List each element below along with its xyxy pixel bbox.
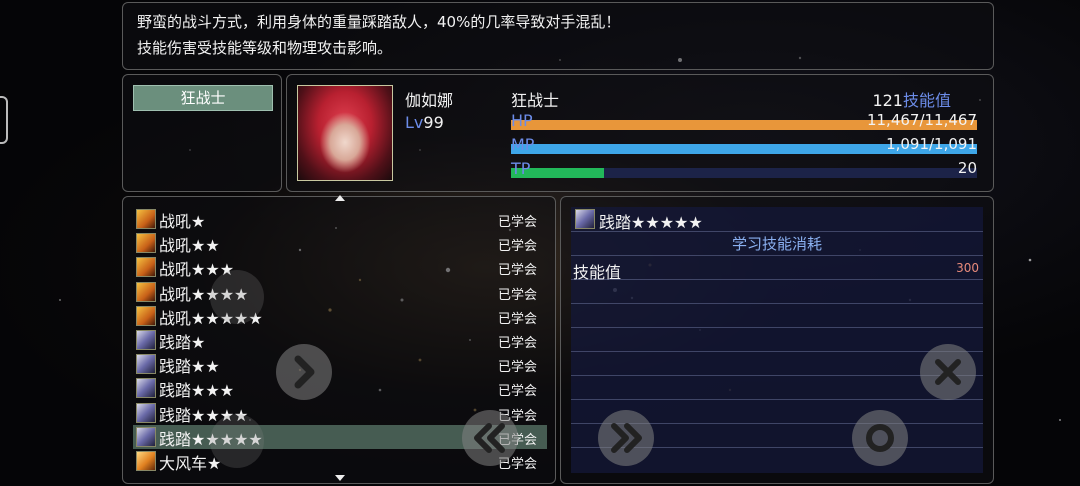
skill-name: 大风车★: [159, 454, 222, 473]
cost-skill-points-value: 300: [956, 261, 979, 275]
description-line-2: 技能伤害受技能等级和物理攻击影响。: [137, 39, 393, 57]
dpad-down-ghost[interactable]: [210, 414, 264, 468]
skill-list-item[interactable]: 战吼★★★★ 已学会: [133, 280, 547, 304]
fire-skill-icon: [136, 257, 156, 278]
skill-learned-status: 已学会: [497, 287, 537, 303]
tp-bar: TP 20: [511, 159, 977, 181]
skill-list-item[interactable]: 战吼★★ 已学会: [133, 231, 547, 255]
divider: [571, 279, 983, 280]
hp-bar: HP 11,467/11,467: [511, 111, 977, 133]
stomp-skill-icon: [136, 330, 156, 350]
skill-description-panel: 野蛮的战斗方式，利用身体的重量踩踏敌人，40%的几率导致对手混乱！ 技能伤害受技…: [122, 2, 994, 70]
divider: [571, 303, 983, 304]
double-chevron-right-icon: [611, 423, 642, 453]
skill-points-value: 121: [872, 91, 903, 110]
skill-list-item[interactable]: 践踏★★ 已学会: [133, 352, 547, 376]
skill-name: 践踏★★: [159, 357, 220, 377]
detail-skill-name: 践踏★★★★★: [599, 213, 703, 232]
fire-skill-icon: [136, 281, 156, 302]
skill-learned-status: 已学会: [497, 336, 537, 351]
hp-label: HP: [511, 111, 533, 130]
description-line-1: 野蛮的战斗方式，利用身体的重量踩踏敌人，40%的几率导致对手混乱！: [137, 13, 621, 31]
double-chevron-left-icon: [474, 423, 505, 453]
skill-learned-status: 已学会: [497, 384, 537, 400]
forward-double-arrow-button[interactable]: [598, 410, 654, 466]
skill-name: 战吼★★: [159, 236, 220, 256]
skill-list-item[interactable]: 战吼★★★★★ 已学会: [133, 304, 547, 328]
character-portrait: [297, 85, 393, 181]
close-button[interactable]: [920, 344, 976, 400]
skill-learned-status: 已学会: [497, 263, 537, 279]
tp-bar-track: [511, 168, 977, 178]
fire-skill-icon: [136, 305, 156, 326]
skill-points: 121技能值: [872, 87, 951, 111]
stomp-skill-icon: [136, 378, 156, 399]
dpad-up-ghost[interactable]: [210, 270, 264, 324]
fire-skill-icon: [136, 233, 156, 254]
skill-list-item[interactable]: 践踏★ 已学会: [133, 328, 547, 352]
divider: [571, 231, 983, 232]
level-value: 99: [423, 113, 444, 132]
stomp-skill-icon: [136, 402, 156, 423]
character-status-panel: 伽如娜 Lv99 狂战士 121技能值 HP 11,467/11,467 MP …: [286, 74, 994, 192]
hp-value: 11,467/11,467: [866, 111, 977, 129]
skill-list-item[interactable]: 战吼★★★ 已学会: [133, 255, 547, 279]
skill-name: 践踏★★★: [159, 381, 235, 401]
stomp-skill-icon: [575, 209, 595, 229]
class-tab-berserker[interactable]: 狂战士: [133, 85, 273, 111]
back-double-arrow-button[interactable]: [462, 410, 518, 466]
skill-learned-status: 已学会: [497, 239, 537, 255]
fire-skill-icon: [136, 209, 156, 229]
circle-icon: [866, 424, 894, 452]
skill-learned-status: 已学会: [497, 311, 537, 327]
stomp-skill-icon: [136, 354, 156, 375]
mp-label: MP: [511, 135, 535, 154]
mp-bar: MP 1,091/1,091: [511, 135, 977, 157]
tp-label: TP: [511, 159, 531, 178]
side-edge-tab[interactable]: [0, 96, 8, 144]
chevron-right-icon: [294, 355, 315, 389]
skill-points-label: 技能值: [902, 91, 951, 110]
skill-list-item[interactable]: 战吼★ 已学会: [133, 207, 547, 231]
skill-name: 践踏★: [159, 333, 206, 352]
scroll-down-arrow-icon[interactable]: [335, 475, 345, 481]
next-arrow-button[interactable]: [276, 344, 332, 400]
scroll-up-arrow-icon[interactable]: [335, 195, 345, 201]
character-class: 狂战士: [511, 91, 560, 110]
divider: [571, 327, 983, 328]
skill-list-item[interactable]: 践踏★★★ 已学会: [133, 376, 547, 400]
mp-value: 1,091/1,091: [886, 135, 977, 153]
character-level: Lv99: [405, 113, 444, 132]
level-prefix: Lv: [405, 113, 424, 132]
confirm-button[interactable]: [852, 410, 908, 466]
close-icon: [935, 359, 961, 385]
skill-name: 战吼★: [159, 212, 206, 231]
class-panel: 狂战士: [122, 74, 282, 192]
skill-learned-status: 已学会: [497, 215, 537, 230]
tp-value: 20: [957, 159, 977, 177]
skill-learned-status: 已学会: [497, 360, 537, 376]
learn-cost-heading: 学习技能消耗: [731, 235, 822, 253]
stomp-skill-icon: [136, 426, 156, 447]
character-name: 伽如娜: [405, 91, 454, 110]
divider: [571, 255, 983, 256]
wind-skill-icon: [136, 451, 156, 471]
